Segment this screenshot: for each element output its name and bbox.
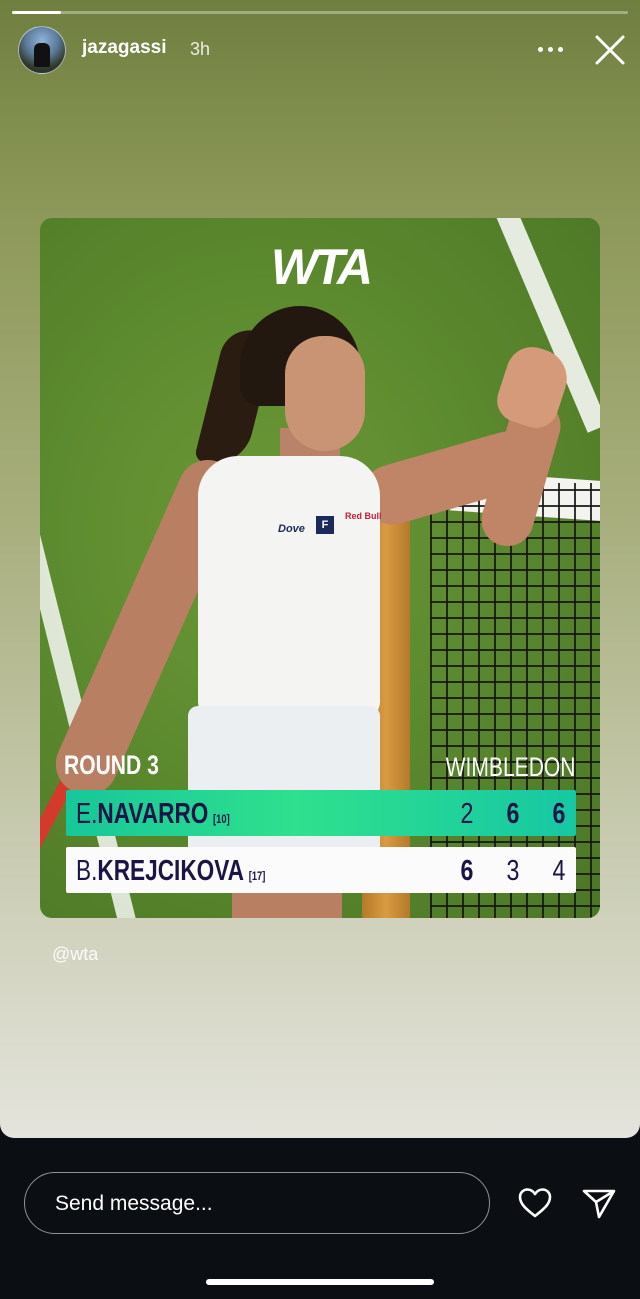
send-icon[interactable] <box>580 1184 618 1222</box>
story-viewer[interactable]: jazagassi 3h Dove F Red Bull WTA ROUND 3… <box>0 0 640 1138</box>
event-label: WIMBLEDON <box>446 752 576 782</box>
story-media-card[interactable]: Dove F Red Bull WTA ROUND 3 WIMBLEDON E.… <box>40 218 600 918</box>
more-icon[interactable] <box>534 34 568 64</box>
story-username[interactable]: jazagassi <box>82 37 167 59</box>
wta-logo: WTA <box>270 239 373 295</box>
mention-sticker[interactable]: @wta <box>52 944 98 965</box>
story-progress-fill <box>12 11 62 14</box>
set-score: 3 <box>506 855 520 887</box>
set-score: 4 <box>552 855 566 887</box>
set-score: 2 <box>460 798 474 830</box>
message-placeholder: Send message... <box>55 1192 213 1215</box>
close-icon[interactable] <box>592 32 628 68</box>
redbull-logo: Red Bull <box>345 511 382 521</box>
avatar[interactable] <box>18 26 66 74</box>
scoreboard-row-winner: E.NAVARRO [10] 2 6 6 <box>66 790 576 836</box>
dove-logo: Dove <box>278 523 305 535</box>
round-label: ROUND 3 <box>64 750 159 780</box>
set-score: 6 <box>460 855 474 887</box>
set-score: 6 <box>506 798 520 830</box>
home-indicator <box>206 1279 434 1285</box>
set-score: 6 <box>552 798 566 830</box>
story-progress-bar <box>12 11 628 14</box>
heart-icon[interactable] <box>516 1184 554 1222</box>
scoreboard-row: B.KREJCIKOVA [17] 6 3 4 <box>66 847 576 893</box>
fila-logo: F <box>316 516 334 534</box>
player-name: B.KREJCIKOVA [17] <box>76 855 266 887</box>
story-time: 3h <box>190 39 211 59</box>
send-message-input[interactable]: Send message... <box>24 1172 490 1234</box>
player-name: E.NAVARRO [10] <box>76 798 230 830</box>
